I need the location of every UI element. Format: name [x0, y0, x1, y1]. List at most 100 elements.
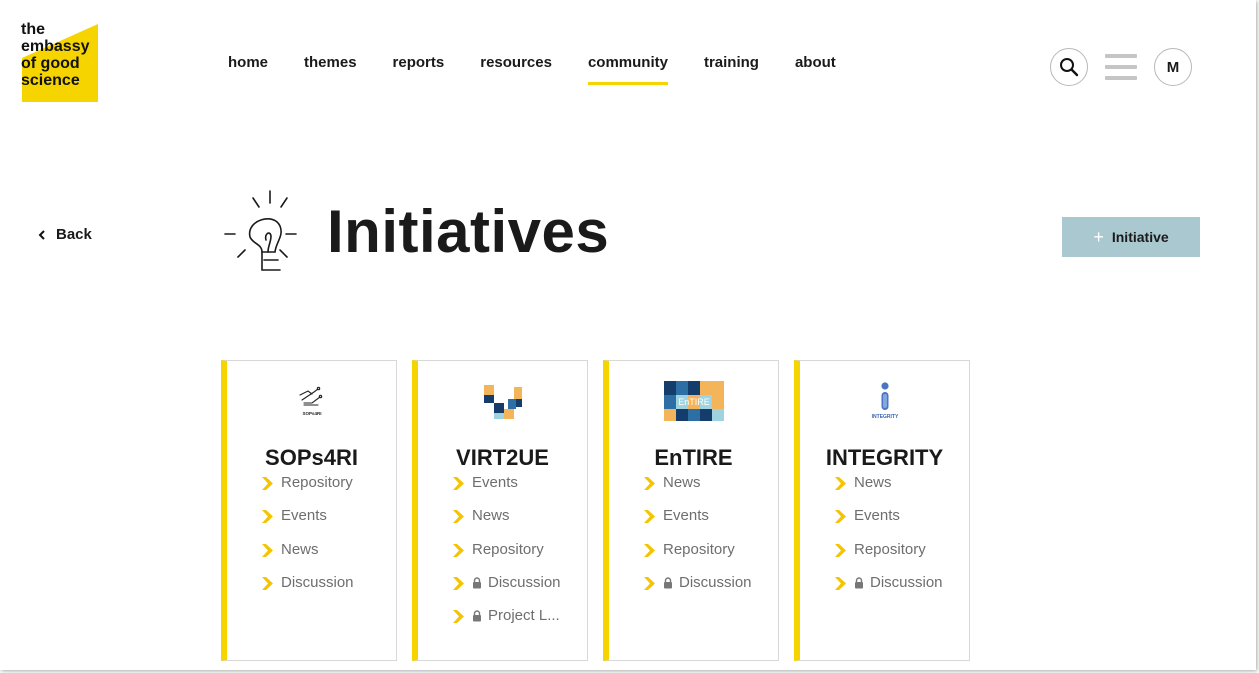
main-nav: home themes reports resources community …: [228, 54, 872, 85]
page-frame: the embassy of good science home themes …: [0, 0, 1256, 670]
lock-icon: [855, 577, 863, 589]
card-link-discussion[interactable]: Discussion: [453, 574, 561, 607]
chevron-right-icon: [835, 477, 846, 490]
chevron-right-icon: [453, 576, 464, 590]
logo-line: of good: [21, 55, 80, 72]
card-link-repository[interactable]: Repository: [453, 541, 561, 574]
card-link-news[interactable]: News: [453, 507, 561, 540]
card-link-label: Discussion: [870, 573, 943, 591]
card-link-repository[interactable]: Repository: [644, 541, 752, 574]
lock-icon: [664, 577, 672, 589]
lightbulb-icon: [224, 190, 297, 271]
card-link-label: Events: [663, 507, 709, 525]
nav-home[interactable]: home: [228, 54, 268, 79]
chevron-right-icon: [453, 610, 464, 624]
hamburger-icon[interactable]: [1105, 54, 1137, 80]
chevron-right-icon: [835, 543, 846, 557]
card-link-label: News: [472, 507, 510, 525]
card-link-discussion[interactable]: Discussion: [644, 574, 752, 607]
card-link-repository[interactable]: Repository: [262, 474, 354, 507]
initiative-card-entire[interactable]: EnTIRE EnTIRE News Events Repository Dis…: [603, 360, 779, 661]
nav-about[interactable]: about: [795, 54, 836, 79]
card-link-events[interactable]: Events: [644, 507, 752, 540]
back-link[interactable]: Back: [38, 226, 92, 243]
logo-line: embassy: [21, 38, 90, 55]
nav-themes[interactable]: themes: [304, 54, 357, 79]
chevron-right-icon: [262, 576, 273, 590]
card-link-events[interactable]: Events: [835, 507, 943, 540]
card-title: SOPs4RI: [265, 445, 358, 470]
chevron-right-icon: [453, 510, 464, 524]
card-link-events[interactable]: Events: [453, 474, 561, 507]
chevron-right-icon: [453, 543, 464, 557]
card-link-label: Repository: [663, 540, 735, 558]
chevron-right-icon: [835, 510, 846, 524]
card-link-label: Events: [854, 507, 900, 525]
add-initiative-button[interactable]: + Initiative: [1062, 217, 1200, 257]
card-link-label: News: [663, 474, 701, 491]
chevron-right-icon: [453, 477, 464, 490]
card-link-news[interactable]: News: [835, 474, 943, 507]
chevron-right-icon: [644, 477, 655, 490]
card-title: VIRT2UE: [456, 445, 549, 470]
card-link-label: News: [854, 474, 892, 491]
card-link-label: News: [281, 540, 319, 558]
card-link-repository[interactable]: Repository: [835, 541, 943, 574]
card-link-news[interactable]: News: [262, 541, 354, 574]
back-label: Back: [56, 226, 92, 243]
card-link-label: Discussion: [679, 573, 752, 591]
page-title: Initiatives: [327, 198, 610, 265]
lock-icon: [473, 610, 481, 622]
initiative-card-sops4ri[interactable]: SOPs4RI SOPs4RI Repository Events News D…: [221, 360, 397, 661]
card-link-label: Events: [472, 474, 518, 491]
logo-text: the embassy of good science: [21, 21, 90, 89]
card-link-label: Project L...: [488, 607, 560, 625]
initiative-cards: SOPs4RI SOPs4RI Repository Events News D…: [221, 360, 985, 661]
card-link-label: Repository: [854, 540, 926, 558]
lock-icon: [473, 577, 481, 589]
user-initial: M: [1166, 58, 1180, 76]
card-link-label: Discussion: [488, 573, 561, 591]
nav-training[interactable]: training: [704, 54, 759, 79]
card-link-news[interactable]: News: [644, 474, 752, 507]
nav-reports[interactable]: reports: [393, 54, 445, 79]
card-links: News Events Repository Discussion: [644, 474, 752, 607]
card-link-events[interactable]: Events: [262, 507, 354, 540]
integrity-logo: INTEGRITY: [853, 379, 917, 423]
card-title: EnTIRE: [654, 445, 733, 470]
add-initiative-label: Initiative: [1111, 229, 1169, 245]
chevron-right-icon: [835, 576, 846, 590]
chevron-left-icon: [38, 229, 45, 240]
card-links: Repository Events News Discussion: [262, 474, 354, 607]
search-button[interactable]: [1050, 48, 1088, 86]
sops4ri-logo: SOPs4RI: [280, 379, 344, 423]
logo-line: the: [21, 21, 45, 38]
chevron-right-icon: [262, 543, 273, 557]
header-actions: M: [1050, 48, 1192, 86]
card-link-project-l[interactable]: Project L...: [453, 607, 561, 640]
user-avatar-button[interactable]: M: [1154, 48, 1192, 86]
entire-logo: EnTIRE: [662, 379, 726, 423]
sops4ri-logo-text: SOPs4RI: [302, 411, 321, 416]
card-link-label: Events: [281, 507, 327, 525]
initiative-card-integrity[interactable]: INTEGRITY INTEGRITY News Events Reposito…: [794, 360, 970, 661]
card-links: News Events Repository Discussion: [835, 474, 943, 607]
card-title: INTEGRITY: [825, 445, 944, 470]
plus-icon: +: [1093, 226, 1104, 247]
initiative-card-virt2ue[interactable]: VIRT2UE Events News Repository Discussio…: [412, 360, 588, 661]
chevron-right-icon: [262, 477, 273, 490]
search-icon: [1060, 58, 1079, 77]
card-link-discussion[interactable]: Discussion: [835, 574, 943, 607]
chevron-right-icon: [644, 543, 655, 557]
nav-community[interactable]: community: [587, 54, 668, 85]
nav-resources[interactable]: resources: [480, 54, 552, 79]
card-link-discussion[interactable]: Discussion: [262, 574, 354, 607]
site-logo[interactable]: the embassy of good science: [20, 20, 100, 102]
card-link-label: Repository: [472, 540, 544, 558]
chevron-right-icon: [262, 510, 273, 524]
integrity-logo-text: INTEGRITY: [871, 414, 898, 420]
logo-line: science: [21, 72, 80, 89]
chevron-right-icon: [644, 576, 655, 590]
card-link-label: Repository: [281, 474, 353, 491]
card-links: Events News Repository Discussion Projec…: [453, 474, 561, 640]
